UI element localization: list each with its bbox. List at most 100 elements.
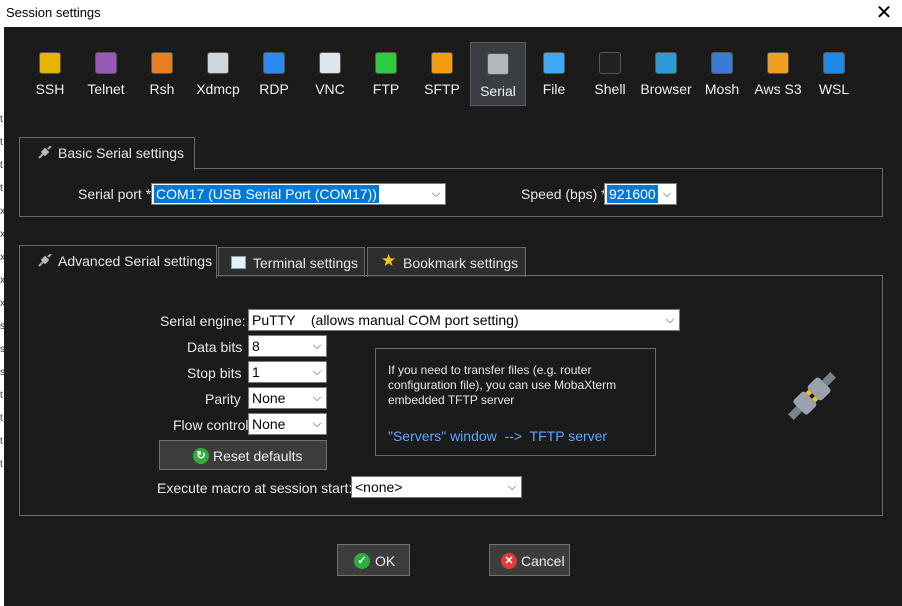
- serial-engine-select[interactable]: PuTTY (allows manual COM port setting) ⌵: [248, 309, 680, 331]
- speed-select[interactable]: 921600 ⌵: [604, 183, 677, 205]
- flow-control-select[interactable]: None ⌵: [248, 413, 327, 435]
- stop-bits-select[interactable]: 1 ⌵: [248, 361, 327, 383]
- telnet-icon: [95, 52, 117, 74]
- reset-defaults-label: Reset defaults: [213, 448, 303, 464]
- background-edge-char: x: [0, 275, 5, 286]
- ftp-icon: [375, 52, 397, 74]
- data-bits-value: 8: [252, 338, 260, 354]
- chevron-down-icon[interactable]: ⌵: [308, 362, 326, 382]
- tab-bookmark-settings[interactable]: ★ Bookmark settings: [367, 247, 526, 277]
- flow-control-value: None: [252, 416, 286, 432]
- ssh-icon: [39, 52, 61, 74]
- data-bits-label: Data bits: [187, 339, 243, 355]
- session-type-shell[interactable]: Shell: [582, 42, 638, 106]
- background-window-edge: t t t t x x x x x s s s t t t t: [0, 27, 5, 606]
- session-type-ftp[interactable]: FTP: [358, 42, 414, 106]
- session-type-label: RDP: [259, 81, 289, 97]
- xdmcp-icon: [207, 52, 229, 74]
- session-type-sftp[interactable]: SFTP: [414, 42, 470, 106]
- chevron-down-icon[interactable]: ⌵: [308, 388, 326, 408]
- session-type-ssh[interactable]: SSH: [22, 42, 78, 106]
- background-edge-char: t: [0, 413, 3, 424]
- session-type-file[interactable]: File: [526, 42, 582, 106]
- background-edge-char: s: [0, 321, 5, 332]
- star-icon: ★: [381, 251, 397, 270]
- close-icon[interactable]: ✕: [866, 0, 902, 27]
- chevron-down-icon[interactable]: ⌵: [503, 477, 521, 497]
- session-type-label: Xdmcp: [196, 81, 240, 97]
- tftp-info-text: If you need to transfer files (e.g. rout…: [388, 363, 617, 407]
- chevron-down-icon[interactable]: ⌵: [661, 310, 679, 330]
- background-edge-char: s: [0, 344, 5, 355]
- serial-port-value: COM17 (USB Serial Port (COM17)): [153, 184, 380, 204]
- session-type-browser[interactable]: Browser: [638, 42, 694, 106]
- session-type-label: SFTP: [424, 81, 460, 97]
- session-type-rsh[interactable]: Rsh: [134, 42, 190, 106]
- session-type-label: FTP: [372, 81, 400, 97]
- cancel-label: Cancel: [521, 553, 565, 569]
- ok-button[interactable]: ✓ OK: [337, 544, 410, 576]
- session-type-label: Shell: [594, 81, 626, 97]
- session-type-vnc[interactable]: VNC: [302, 42, 358, 106]
- ok-label: OK: [375, 553, 396, 569]
- session-type-aws-s3[interactable]: Aws S3: [750, 42, 806, 106]
- session-type-telnet[interactable]: Telnet: [78, 42, 134, 106]
- session-type-mosh[interactable]: Mosh: [694, 42, 750, 106]
- session-type-serial[interactable]: Serial: [470, 42, 526, 106]
- plug-icon: [37, 253, 53, 268]
- background-edge-char: x: [0, 298, 5, 309]
- background-edge-char: x: [0, 252, 5, 263]
- shell-icon: [599, 52, 621, 74]
- tftp-info-box: If you need to transfer files (e.g. rout…: [375, 348, 656, 456]
- parity-select[interactable]: None ⌵: [248, 387, 327, 409]
- sftp-icon: [431, 52, 453, 74]
- parity-value: None: [252, 390, 286, 406]
- chevron-down-icon[interactable]: ⌵: [658, 184, 676, 204]
- session-type-label: File: [542, 81, 566, 97]
- stop-bits-value: 1: [252, 364, 260, 380]
- chevron-down-icon[interactable]: ⌵: [308, 336, 326, 356]
- data-bits-select[interactable]: 8 ⌵: [248, 335, 327, 357]
- session-type-wsl[interactable]: WSL: [806, 42, 862, 106]
- speed-label: Speed (bps) *: [521, 186, 607, 202]
- serial-engine-label: Serial engine:: [160, 313, 246, 329]
- tftp-server-link[interactable]: "Servers" window --> TFTP server: [388, 428, 607, 444]
- title-bar: Session settings ✕: [0, 0, 902, 27]
- cancel-button[interactable]: ✕ Cancel: [489, 544, 570, 576]
- session-type-label: SSH: [35, 81, 65, 97]
- refresh-icon: ↻: [193, 448, 209, 464]
- speed-value: 921600: [606, 184, 659, 204]
- mosh-icon: [711, 52, 733, 74]
- chevron-down-icon[interactable]: ⌵: [308, 414, 326, 434]
- window-title: Session settings: [6, 5, 101, 20]
- tab-terminal-settings[interactable]: Terminal settings: [218, 247, 365, 277]
- background-edge-char: x: [0, 229, 5, 240]
- browser-icon: [655, 52, 677, 74]
- background-edge-char: t: [0, 436, 3, 447]
- macro-select[interactable]: <none> ⌵: [351, 476, 522, 498]
- reset-defaults-button[interactable]: ↻ Reset defaults: [159, 440, 327, 470]
- parity-label: Parity: [205, 391, 241, 407]
- serial-port-select[interactable]: COM17 (USB Serial Port (COM17)) ⌵: [151, 183, 446, 205]
- session-type-rdp[interactable]: RDP: [246, 42, 302, 106]
- session-type-label: Mosh: [704, 81, 740, 97]
- background-edge-char: t: [0, 459, 3, 470]
- background-edge-char: x: [0, 206, 5, 217]
- tab-basic-serial-settings[interactable]: Basic Serial settings: [19, 137, 195, 170]
- plug-icon: [37, 145, 53, 160]
- serial-engine-value: PuTTY (allows manual COM port setting): [252, 312, 519, 328]
- macro-label: Execute macro at session start:: [157, 480, 353, 496]
- terminal-icon: [231, 256, 246, 269]
- session-type-label: Browser: [640, 81, 692, 97]
- session-type-label: WSL: [818, 81, 850, 97]
- macro-value: <none>: [355, 479, 403, 495]
- tab-label: Basic Serial settings: [58, 145, 185, 161]
- session-type-xdmcp[interactable]: Xdmcp: [190, 42, 246, 106]
- tab-label: Advanced Serial settings: [58, 253, 213, 269]
- background-edge-char: t: [0, 390, 3, 401]
- rsh-icon: [151, 52, 173, 74]
- session-type-label: Aws S3: [754, 81, 802, 97]
- session-type-label: VNC: [315, 81, 345, 97]
- vnc-icon: [319, 52, 341, 74]
- chevron-down-icon[interactable]: ⌵: [427, 184, 445, 204]
